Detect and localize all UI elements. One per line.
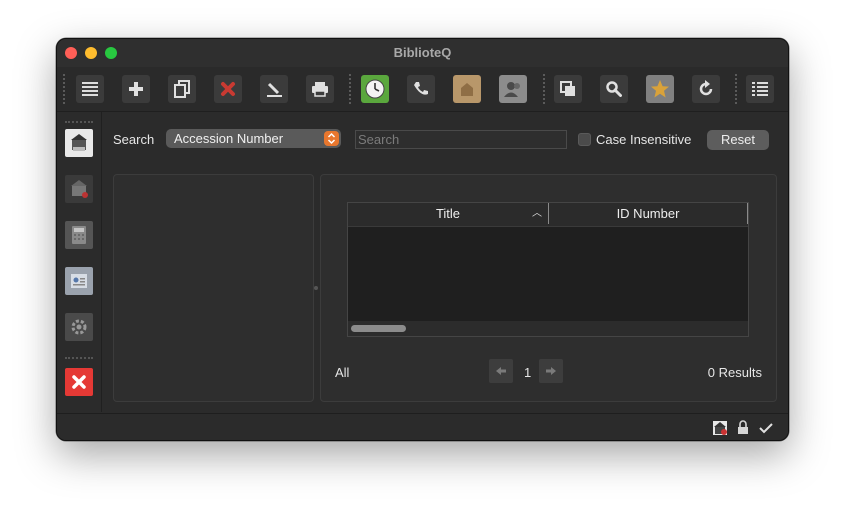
exit-icon[interactable] (65, 368, 93, 396)
filter-all-label[interactable]: All (335, 365, 349, 380)
window-title: BiblioteQ (393, 45, 452, 60)
sidebar-separator (65, 357, 93, 359)
print-icon[interactable] (306, 75, 334, 103)
duplicate-icon[interactable] (554, 75, 582, 103)
refresh-icon[interactable] (692, 75, 720, 103)
connection-status-icon (712, 420, 728, 440)
case-insensitive-label[interactable]: Case Insensitive (596, 132, 691, 147)
column-header-id-number[interactable]: ID Number (549, 203, 747, 226)
sort-ascending-icon: ︿ (532, 208, 542, 219)
scrollbar-thumb[interactable] (351, 325, 406, 332)
column-title-label: Title (435, 206, 461, 221)
delete-icon[interactable] (214, 75, 242, 103)
search-icon[interactable] (600, 75, 628, 103)
toolbar-separator (543, 74, 545, 104)
column-divider (747, 203, 748, 224)
title-bar[interactable]: BiblioteQ (57, 39, 788, 67)
toolbar-separator (349, 74, 351, 104)
toolbar-separator (735, 74, 737, 104)
details-list-icon[interactable] (746, 75, 774, 103)
column-id-number-label: ID Number (616, 206, 680, 221)
left-panel (113, 174, 314, 402)
column-header-title[interactable]: Title ︿ (348, 203, 548, 226)
search-input[interactable]: Search (355, 130, 567, 149)
splitter-handle[interactable] (314, 286, 318, 290)
search-field-select-value: Accession Number (174, 131, 284, 146)
sidebar-separator (65, 121, 93, 123)
clock-icon[interactable] (361, 75, 389, 103)
status-bar (57, 413, 788, 440)
previous-page-button[interactable] (489, 359, 513, 383)
toolbar-separator (63, 74, 65, 104)
results-count: 0 Results (707, 365, 762, 380)
horizontal-scrollbar[interactable] (348, 321, 748, 336)
search-label: Search (113, 132, 155, 147)
app-window: BiblioteQ Search Accession Number Search… (56, 38, 789, 441)
list-icon[interactable] (76, 75, 104, 103)
results-panel: Title ︿ ID Number All 1 0 Results (320, 174, 777, 402)
case-insensitive-checkbox[interactable] (578, 133, 591, 146)
chevron-updown-icon (324, 131, 339, 146)
disconnect-icon[interactable] (65, 175, 93, 203)
connect-icon[interactable] (65, 129, 93, 157)
main-toolbar (57, 67, 788, 112)
sidebar (57, 112, 102, 412)
close-window-button[interactable] (65, 47, 77, 59)
search-field-select[interactable]: Accession Number (166, 129, 341, 148)
copy-icon[interactable] (168, 75, 196, 103)
checkmark-icon (759, 421, 773, 439)
page-number: 1 (524, 365, 532, 380)
members-icon[interactable] (499, 75, 527, 103)
add-icon[interactable] (122, 75, 150, 103)
settings-gear-icon[interactable] (65, 313, 93, 341)
folder-icon[interactable] (453, 75, 481, 103)
calculator-icon[interactable] (65, 221, 93, 249)
edit-icon[interactable] (260, 75, 288, 103)
phone-icon[interactable] (407, 75, 435, 103)
results-table[interactable]: Title ︿ ID Number (347, 202, 749, 337)
table-header: Title ︿ ID Number (348, 203, 748, 227)
zoom-window-button[interactable] (105, 47, 117, 59)
lock-icon (737, 420, 749, 440)
next-page-button[interactable] (539, 359, 563, 383)
contact-card-icon[interactable] (65, 267, 93, 295)
star-icon[interactable] (646, 75, 674, 103)
minimize-window-button[interactable] (85, 47, 97, 59)
reset-button[interactable]: Reset (707, 130, 769, 150)
